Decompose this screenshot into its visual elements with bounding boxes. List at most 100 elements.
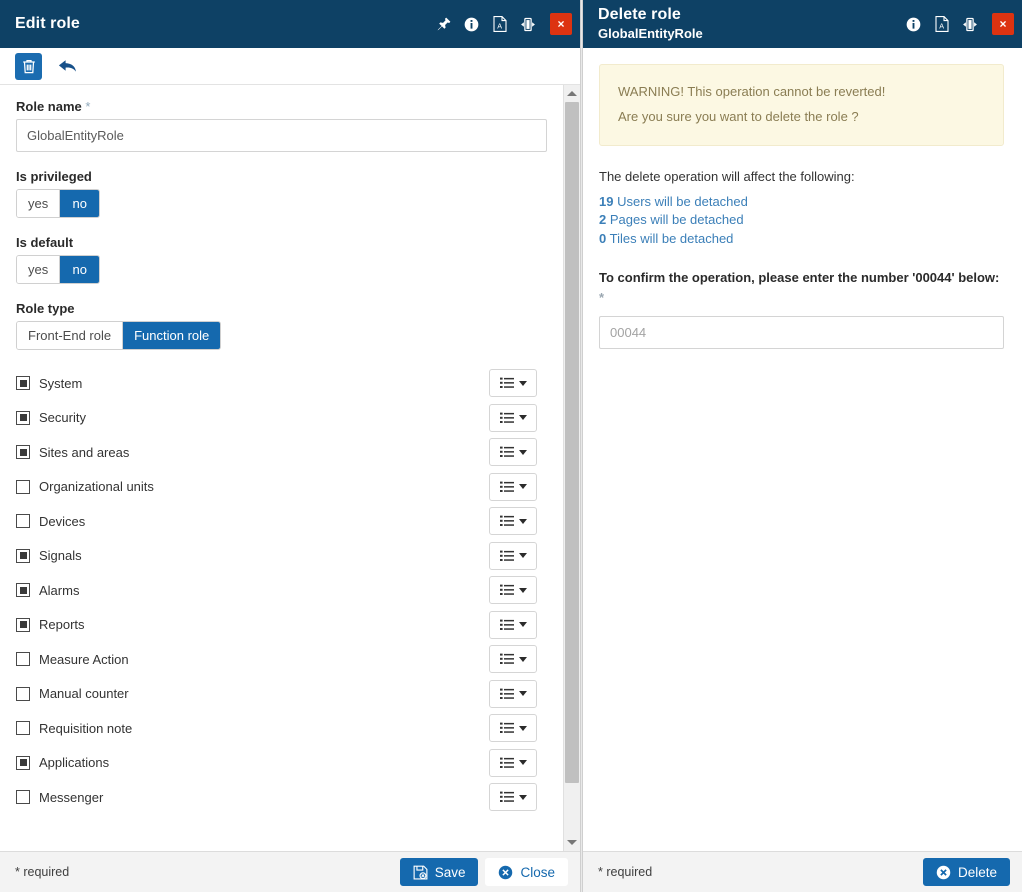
permission-options-button[interactable] bbox=[489, 473, 537, 501]
permission-row-left: Devices bbox=[16, 514, 489, 529]
permission-options-button[interactable] bbox=[489, 783, 537, 811]
permission-options-button[interactable] bbox=[489, 611, 537, 639]
close-button[interactable]: × bbox=[550, 13, 572, 35]
delete-role-title-block: Delete role GlobalEntityRole bbox=[598, 6, 905, 41]
permission-checkbox[interactable] bbox=[16, 687, 30, 701]
is-privileged-option-no[interactable]: no bbox=[60, 190, 99, 217]
permission-checkbox[interactable] bbox=[16, 790, 30, 804]
role-type-label: Role type bbox=[16, 301, 547, 316]
permission-row: Sites and areas bbox=[16, 435, 547, 470]
save-button[interactable]: Save bbox=[400, 858, 479, 886]
permission-options-button[interactable] bbox=[489, 749, 537, 777]
resize-icon[interactable] bbox=[961, 16, 978, 33]
confirm-number-input[interactable] bbox=[599, 316, 1004, 349]
permission-row: Security bbox=[16, 401, 547, 436]
permission-row: Devices bbox=[16, 504, 547, 539]
permission-row: System bbox=[16, 366, 547, 401]
list-icon bbox=[500, 515, 514, 527]
permission-checkbox[interactable] bbox=[16, 480, 30, 494]
permission-options-button[interactable] bbox=[489, 576, 537, 604]
delete-role-button[interactable] bbox=[15, 53, 42, 80]
close-dialog-button[interactable]: Close bbox=[485, 858, 568, 886]
scroll-down-button[interactable] bbox=[564, 834, 580, 851]
edit-role-titlebar: Edit role bbox=[0, 0, 580, 48]
permission-checkbox[interactable] bbox=[16, 652, 30, 666]
permission-row-left: Messenger bbox=[16, 790, 489, 805]
permission-row: Signals bbox=[16, 539, 547, 574]
permission-checkbox[interactable] bbox=[16, 376, 30, 390]
is-default-option-no[interactable]: no bbox=[60, 256, 99, 283]
permission-checkbox[interactable] bbox=[16, 756, 30, 770]
delete-role-footer: * required Delete bbox=[583, 851, 1022, 892]
list-icon bbox=[500, 412, 514, 424]
permission-checkbox[interactable] bbox=[16, 721, 30, 735]
role-name-input[interactable] bbox=[16, 119, 547, 152]
permission-checkbox[interactable] bbox=[16, 411, 30, 425]
list-icon bbox=[500, 688, 514, 700]
permission-row-left: Organizational units bbox=[16, 479, 489, 494]
pdf-icon[interactable]: A bbox=[491, 16, 508, 33]
scroll-up-button[interactable] bbox=[564, 85, 580, 102]
permission-row-left: Reports bbox=[16, 617, 489, 632]
info-icon[interactable] bbox=[905, 16, 922, 33]
permission-checkbox[interactable] bbox=[16, 445, 30, 459]
permission-row-left: Alarms bbox=[16, 583, 489, 598]
edit-role-form: Role name * Is privileged yes no Is defa… bbox=[0, 85, 563, 851]
permission-list: System Security Sites and areas Organizatio… bbox=[16, 366, 547, 815]
permission-label: System bbox=[39, 376, 82, 391]
permission-row-left: Sites and areas bbox=[16, 445, 489, 460]
confirm-input-wrap bbox=[599, 316, 1004, 349]
list-icon bbox=[500, 791, 514, 803]
list-icon bbox=[500, 757, 514, 769]
role-type-option-frontend[interactable]: Front-End role bbox=[17, 322, 123, 349]
permission-row-left: Manual counter bbox=[16, 686, 489, 701]
delete-page-subtitle: GlobalEntityRole bbox=[598, 27, 905, 42]
permission-options-button[interactable] bbox=[489, 680, 537, 708]
permission-options-button[interactable] bbox=[489, 507, 537, 535]
edit-role-body: Role name * Is privileged yes no Is defa… bbox=[0, 85, 580, 851]
is-default-option-yes[interactable]: yes bbox=[17, 256, 60, 283]
chevron-down-icon bbox=[519, 795, 527, 800]
permission-checkbox[interactable] bbox=[16, 583, 30, 597]
back-arrow-icon[interactable] bbox=[55, 54, 79, 78]
permission-options-button[interactable] bbox=[489, 438, 537, 466]
delete-role-panel: Delete role GlobalEntityRole A bbox=[582, 0, 1022, 892]
affected-intro: The delete operation will affect the fol… bbox=[599, 169, 1004, 184]
is-default-label: Is default bbox=[16, 235, 547, 250]
delete-confirm-button[interactable]: Delete bbox=[923, 858, 1010, 886]
chevron-down-icon bbox=[519, 588, 527, 593]
permission-label: Organizational units bbox=[39, 479, 154, 494]
edit-role-title-block: Edit role bbox=[15, 15, 435, 33]
permission-options-button[interactable] bbox=[489, 369, 537, 397]
permission-checkbox[interactable] bbox=[16, 514, 30, 528]
permission-options-button[interactable] bbox=[489, 714, 537, 742]
confirm-instruction-text: To confirm the operation, please enter t… bbox=[599, 270, 999, 285]
permission-options-button[interactable] bbox=[489, 404, 537, 432]
chevron-down-icon bbox=[519, 484, 527, 489]
pin-icon[interactable] bbox=[435, 16, 452, 33]
affected-item: 0 Tiles will be detached bbox=[599, 230, 1004, 248]
scrollbar-thumb[interactable] bbox=[565, 102, 579, 783]
is-privileged-option-yes[interactable]: yes bbox=[17, 190, 60, 217]
permission-label: Security bbox=[39, 410, 86, 425]
list-icon bbox=[500, 377, 514, 389]
permission-checkbox[interactable] bbox=[16, 618, 30, 632]
info-icon[interactable] bbox=[463, 16, 480, 33]
pdf-icon[interactable]: A bbox=[933, 16, 950, 33]
permission-label: Messenger bbox=[39, 790, 103, 805]
permission-row-left: Security bbox=[16, 410, 489, 425]
chevron-down-icon bbox=[519, 519, 527, 524]
permission-options-button[interactable] bbox=[489, 542, 537, 570]
list-icon bbox=[500, 481, 514, 493]
permission-options-button[interactable] bbox=[489, 645, 537, 673]
role-type-option-function[interactable]: Function role bbox=[123, 322, 220, 349]
edit-role-footer: * required Save Close bbox=[0, 851, 580, 892]
vertical-scrollbar[interactable] bbox=[563, 85, 580, 851]
close-button[interactable]: × bbox=[992, 13, 1014, 35]
resize-icon[interactable] bbox=[519, 16, 536, 33]
permission-row-left: Signals bbox=[16, 548, 489, 563]
permission-row: Alarms bbox=[16, 573, 547, 608]
scrollbar-track[interactable] bbox=[564, 102, 580, 834]
permission-checkbox[interactable] bbox=[16, 549, 30, 563]
list-icon bbox=[500, 722, 514, 734]
